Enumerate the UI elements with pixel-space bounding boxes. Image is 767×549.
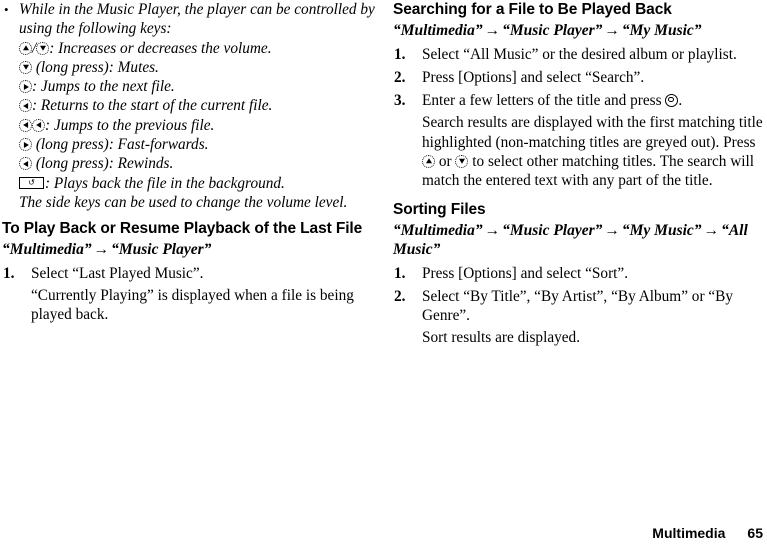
- step-text-after: .: [678, 92, 683, 110]
- footer-page-number: 65: [747, 525, 763, 541]
- key-line-previous-file: : Jumps to the previous file.: [19, 116, 376, 135]
- breadcrumb-path-last-file: “Multimedia” → “Music Player”: [2, 240, 376, 260]
- key-line-background-play: ↺ : Plays back the file in the background…: [19, 174, 376, 193]
- key-line-mute-text: (long press): Mutes.: [32, 58, 159, 76]
- step-number: 3.: [394, 92, 406, 110]
- note-search-results: Search results are displayed with the fi…: [393, 113, 767, 190]
- step-text-before: Enter a few letters of the title and pre…: [422, 92, 666, 110]
- key-line-mute: (long press): Mutes.: [19, 58, 376, 77]
- key-line-volume: /: Increases or decreases the volume.: [19, 39, 376, 58]
- step-text: Select “By Title”, “By Artist”, “By Albu…: [422, 287, 734, 325]
- arrow-icon: →: [703, 221, 720, 239]
- step-number: 2.: [394, 287, 406, 305]
- path-segment: “Multimedia”: [2, 241, 92, 259]
- heading-play-last-file: To Play Back or Resume Playback of the L…: [2, 220, 363, 238]
- path-segment: “Music Player”: [111, 241, 212, 259]
- manual-page: • While in the Music Player, the player …: [0, 0, 767, 549]
- path-segment: “Multimedia”: [393, 221, 483, 239]
- note-sort-results: Sort results are displayed.: [422, 329, 581, 347]
- key-line-restart-file-text: : Returns to the start of the current fi…: [32, 97, 273, 115]
- key-controls-closing-text: The side keys can be used to change the …: [19, 193, 348, 211]
- step-item: 1. Select “All Music” or the desired alb…: [393, 45, 767, 64]
- nav-left-key-icon: [32, 118, 45, 132]
- key-line-fast-forward-text: (long press): Fast-forwards.: [32, 136, 209, 154]
- arrow-icon: →: [484, 221, 501, 239]
- nav-down-key-icon: [455, 154, 469, 168]
- page-footer: Multimedia 65: [652, 525, 763, 541]
- key-line-next-file: : Jumps to the next file.: [19, 77, 376, 96]
- key-line-rewind-text: (long press): Rewinds.: [32, 155, 174, 173]
- step-text: Select “All Music” or the desired album …: [422, 45, 737, 63]
- step-text: Select “Last Played Music”.: [31, 264, 204, 282]
- key-line-previous-file-text: : Jumps to the previous file.: [45, 116, 215, 134]
- nav-down-key-icon: [19, 60, 32, 74]
- left-column: • While in the Music Player, the player …: [2, 0, 376, 325]
- key-line-rewind: (long press): Rewinds.: [19, 154, 376, 173]
- nav-left-key-icon: [19, 99, 32, 113]
- note-currently-playing: “Currently Playing” is displayed when a …: [31, 287, 354, 324]
- note-text-part1: Search results are displayed with the fi…: [422, 114, 763, 151]
- step-number: 1.: [394, 45, 406, 63]
- step-item: 2. Select “By Title”, “By Artist”, “By A…: [393, 287, 767, 326]
- note-text-part3: to select other matching titles. The sea…: [422, 152, 755, 190]
- arrow-icon: →: [93, 241, 110, 259]
- step-item: 2. Press [Options] and select “Search”.: [393, 68, 767, 87]
- step-text: Press [Options] and select “Search”.: [422, 68, 645, 86]
- step-item: 1. Press [Options] and select “Sort”.: [393, 264, 767, 283]
- key-line-next-file-text: : Jumps to the next file.: [32, 78, 175, 96]
- path-segment: “My Music”: [621, 221, 702, 239]
- step-item: 1. Select “Last Played Music”.: [2, 264, 376, 283]
- bullet-marker: •: [4, 2, 9, 17]
- step-item: 3. Enter a few letters of the title and …: [393, 91, 767, 110]
- right-column: Searching for a File to Be Played Back “…: [393, 0, 767, 348]
- key-line-fast-forward: (long press): Fast-forwards.: [19, 135, 376, 154]
- soft-key-glyph: ↺: [28, 177, 35, 187]
- heading-sorting-files: Sorting Files: [393, 200, 486, 218]
- arrow-icon: →: [484, 22, 501, 39]
- nav-right-key-icon: [19, 80, 32, 94]
- footer-section-name: Multimedia: [652, 525, 726, 541]
- path-segment: “My Music”: [621, 22, 702, 39]
- nav-left-key-icon: [19, 157, 32, 171]
- key-controls-lead-text: While in the Music Player, the player ca…: [19, 1, 375, 38]
- nav-up-key-icon: [422, 154, 435, 168]
- nav-down-key-icon: [36, 41, 50, 55]
- breadcrumb-path-sorting: “Multimedia” → “Music Player” → “My Music” → “…: [393, 221, 767, 260]
- arrow-icon: →: [604, 221, 620, 239]
- path-segment: “Music Player”: [502, 22, 603, 39]
- path-segment: “Multimedia”: [393, 22, 483, 39]
- note-text-part2: or: [435, 152, 456, 170]
- key-line-volume-text: : Increases or decreases the volume.: [49, 39, 272, 57]
- arrow-icon: →: [604, 22, 620, 39]
- center-select-key-icon: [665, 94, 679, 108]
- step-number: 2.: [394, 68, 406, 86]
- key-controls-list: /: Increases or decreases the volume. (l…: [19, 39, 376, 213]
- step-number: 1.: [3, 264, 15, 282]
- key-controls-bullet: • While in the Music Player, the player …: [2, 0, 376, 212]
- key-line-restart-file: : Returns to the start of the current fi…: [19, 96, 376, 115]
- nav-up-key-icon: [19, 41, 32, 55]
- heading-searching-file: Searching for a File to Be Played Back: [393, 1, 672, 18]
- step-text: Press [Options] and select “Sort”.: [422, 264, 629, 282]
- step-number: 1.: [394, 264, 406, 282]
- breadcrumb-path-search: “Multimedia” → “Music Player” → “My Music”: [393, 21, 767, 41]
- soft-key-icon: ↺: [19, 176, 44, 189]
- path-segment: “Music Player”: [502, 221, 603, 239]
- nav-right-key-icon: [19, 138, 32, 152]
- key-line-background-play-text: : Plays back the file in the background.: [45, 174, 285, 192]
- nav-left-key-icon: [19, 118, 32, 132]
